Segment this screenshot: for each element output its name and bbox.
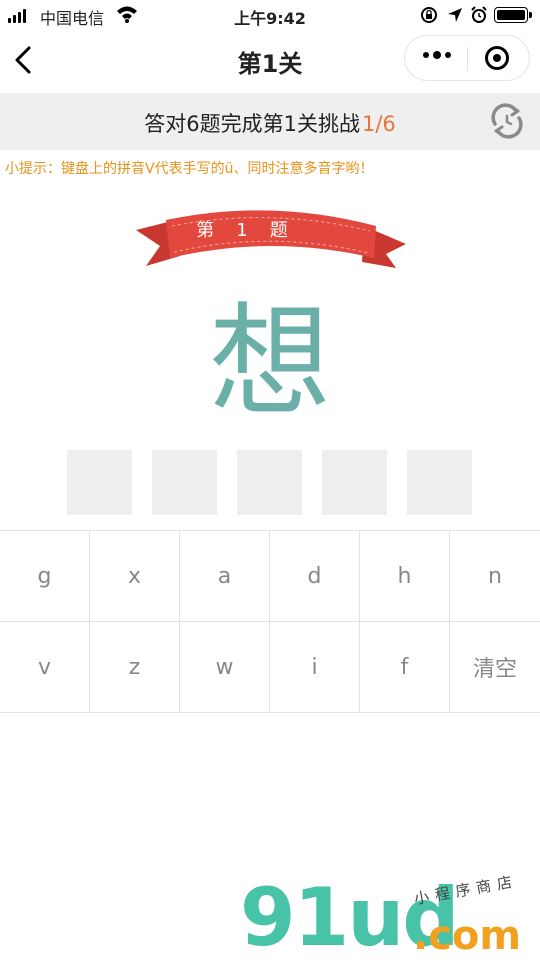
key-a[interactable]: a — [180, 531, 270, 621]
keyboard-row: g x a d h n — [0, 531, 540, 622]
challenge-text: 答对6题完成第1关挑战 — [144, 112, 360, 136]
nav-bar: 第1关 — [0, 30, 540, 90]
progress-count: 1/6 — [361, 112, 396, 136]
key-v[interactable]: v — [0, 622, 90, 712]
alarm-icon — [471, 6, 487, 23]
orientation-lock-icon — [421, 7, 437, 23]
key-d[interactable]: d — [270, 531, 360, 621]
location-icon — [448, 8, 462, 22]
key-h[interactable]: h — [360, 531, 450, 621]
battery-icon — [494, 7, 532, 23]
progress-banner: 答对6题完成第1关挑战1/6 — [0, 93, 540, 150]
question-number-label: 第1题 — [196, 220, 310, 241]
key-i[interactable]: i — [270, 622, 360, 712]
miniprogram-capsule — [404, 35, 530, 81]
key-f[interactable]: f — [360, 622, 450, 712]
question-character: 想 — [209, 291, 331, 433]
key-w[interactable]: w — [180, 622, 270, 712]
hint-text: 小提示：键盘上的拼音V代表手写的ü、同时注意多音字哟！ — [5, 161, 374, 177]
answer-slots — [67, 450, 472, 515]
answer-slot[interactable] — [322, 450, 387, 515]
close-miniprogram-icon[interactable] — [485, 46, 509, 70]
key-g[interactable]: g — [0, 531, 90, 621]
more-icon[interactable] — [423, 51, 451, 59]
keyboard-row: v z w i f 清空 — [0, 622, 540, 713]
answer-slot[interactable] — [67, 450, 132, 515]
pinyin-keyboard: g x a d h n v z w i f 清空 — [0, 530, 540, 713]
answer-slot[interactable] — [407, 450, 472, 515]
answer-slot[interactable] — [152, 450, 217, 515]
clear-button[interactable]: 清空 — [450, 622, 540, 712]
key-z[interactable]: z — [90, 622, 180, 712]
watermark-domain: .com — [413, 913, 522, 959]
answer-slot[interactable] — [237, 450, 302, 515]
status-bar: 中国电信 上午9:42 — [0, 0, 540, 30]
refresh-icon[interactable] — [488, 102, 526, 140]
key-x[interactable]: x — [90, 531, 180, 621]
key-n[interactable]: n — [450, 531, 540, 621]
